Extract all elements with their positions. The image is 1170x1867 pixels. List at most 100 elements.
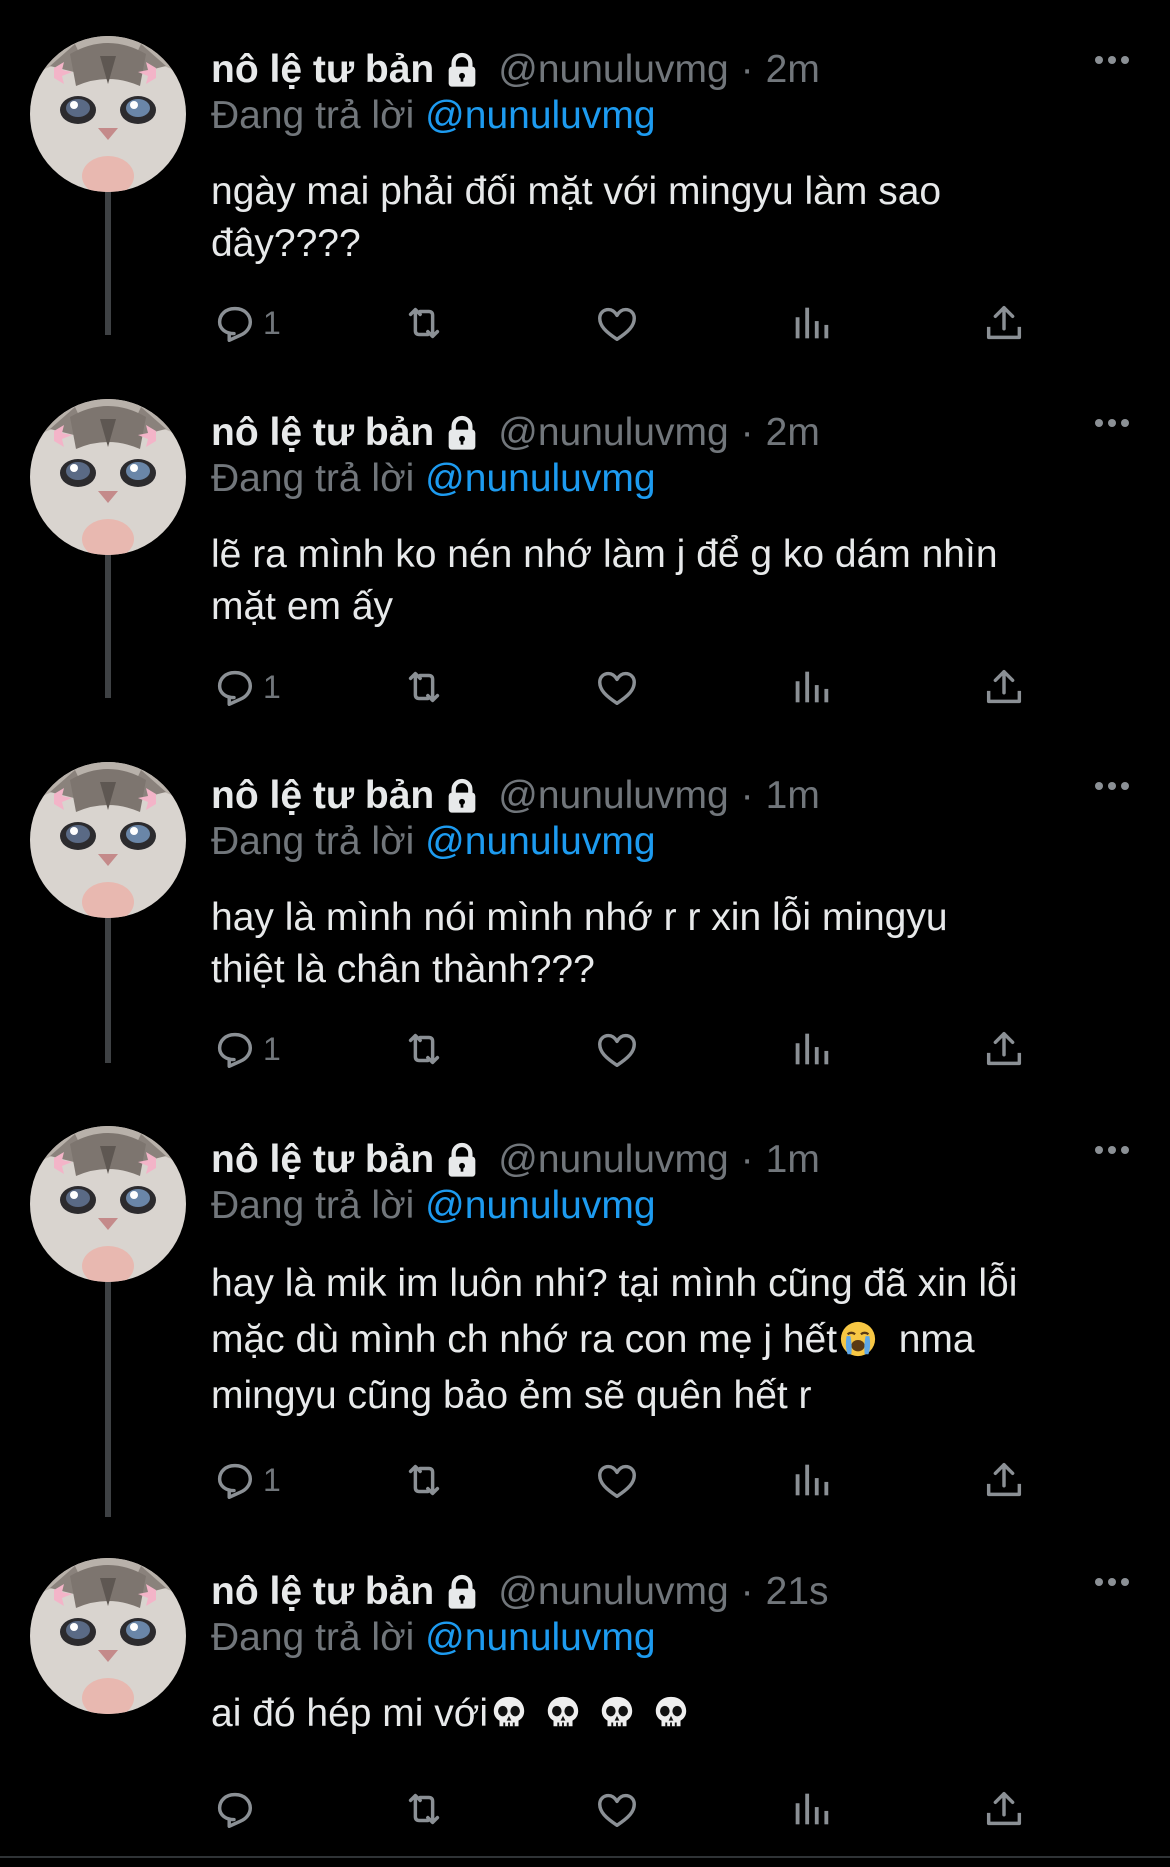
action-bar: 1 [211,298,1051,348]
replying-prefix: Đang trả lời [211,1616,415,1659]
views-button[interactable] [788,1784,834,1834]
user-handle[interactable]: @nunuluvmg [498,1138,728,1182]
reply-button[interactable] [211,1784,257,1834]
timestamp[interactable]: 1m [766,774,820,818]
replying-prefix: Đang trả lời [211,94,415,137]
tweet[interactable]: nô lệ tư bản @nunuluvmg · 2m Đang trả lờ… [0,399,1170,719]
like-button[interactable] [594,1784,640,1834]
views-icon [788,1457,834,1503]
display-name[interactable]: nô lệ tư bản [211,48,434,92]
more-icon[interactable] [1092,413,1132,433]
mention-link[interactable]: @nunuluvmg [425,1616,655,1659]
mention-link[interactable]: @nunuluvmg [425,94,655,137]
text-segment: mặc dù mình ch nhớ ra con mẹ j hết [211,1318,838,1361]
views-icon [788,1786,834,1832]
tweet[interactable]: nô lệ tư bản @nunuluvmg · 2m Đang trả lờ… [0,36,1170,356]
tweet[interactable]: nô lệ tư bản @nunuluvmg · 21s Đang trả l… [0,1558,1170,1858]
tweet-header: nô lệ tư bản @nunuluvmg · 2m [211,48,820,92]
user-handle[interactable]: @nunuluvmg [498,774,728,818]
timestamp[interactable]: 1m [766,1138,820,1182]
text-segment: ai đó hép mi với [211,1692,489,1735]
views-icon [788,664,834,710]
more-icon[interactable] [1092,50,1132,70]
like-button[interactable] [594,298,640,348]
reply-button[interactable]: 1 [211,1455,281,1505]
reply-icon [211,300,257,346]
timestamp[interactable]: 21s [766,1570,829,1614]
tweet-text: lẽ ra mình ko nén nhớ làm j để g ko dám … [211,529,1141,633]
reply-button[interactable]: 1 [211,1024,281,1074]
user-handle[interactable]: @nunuluvmg [498,48,728,92]
views-button[interactable] [788,662,834,712]
skull-emoji [490,1694,528,1732]
display-name[interactable]: nô lệ tư bản [211,411,434,455]
share-button[interactable] [981,1784,1027,1834]
text-line: ai đó hép mi với [211,1688,1141,1740]
reply-button[interactable]: 1 [211,662,281,712]
retweet-button[interactable] [401,1024,447,1074]
retweet-button[interactable] [401,1784,447,1834]
tweet[interactable]: nô lệ tư bản @nunuluvmg · 1m Đang trả lờ… [0,762,1170,1082]
share-icon [981,1457,1027,1503]
user-handle[interactable]: @nunuluvmg [498,411,728,455]
avatar[interactable] [30,36,186,192]
views-button[interactable] [788,298,834,348]
display-name[interactable]: nô lệ tư bản [211,774,434,818]
retweet-button[interactable] [401,662,447,712]
tweet-text: hay là mình nói mình nhớ r r xin lỗi min… [211,892,1141,996]
action-bar: 1 [211,662,1051,712]
timestamp[interactable]: 2m [766,411,820,455]
reply-count: 1 [263,304,281,341]
more-icon[interactable] [1092,1140,1132,1160]
reply-count: 1 [263,1461,281,1498]
like-button[interactable] [594,1024,640,1074]
user-handle[interactable]: @nunuluvmg [498,1570,728,1614]
replying-to: Đang trả lời @nunuluvmg [211,1616,656,1660]
text-line: lẽ ra mình ko nén nhớ làm j để g ko dám … [211,533,998,576]
reply-icon [211,664,257,710]
lock-icon [442,776,482,816]
like-icon [594,1457,640,1503]
retweet-icon [401,1026,447,1072]
text-line: hay là mik im luôn nhi? tại mình cũng đã… [211,1262,1018,1305]
views-button[interactable] [788,1024,834,1074]
display-name[interactable]: nô lệ tư bản [211,1138,434,1182]
like-button[interactable] [594,1455,640,1505]
like-icon [594,1026,640,1072]
retweet-icon [401,1457,447,1503]
timestamp[interactable]: 2m [766,48,820,92]
reply-count: 1 [263,1030,281,1067]
avatar[interactable] [30,762,186,918]
reply-button[interactable]: 1 [211,298,281,348]
views-icon [788,1026,834,1072]
mention-link[interactable]: @nunuluvmg [425,457,655,500]
mention-link[interactable]: @nunuluvmg [425,820,655,863]
retweet-button[interactable] [401,298,447,348]
display-name[interactable]: nô lệ tư bản [211,1570,434,1614]
tweet-header: nô lệ tư bản @nunuluvmg · 21s [211,1570,829,1614]
share-icon [981,1026,1027,1072]
mention-link[interactable]: @nunuluvmg [425,1184,655,1227]
avatar[interactable] [30,1126,186,1282]
skull-emoji [652,1694,690,1732]
skull-emoji [544,1694,582,1732]
reply-icon [211,1786,257,1832]
avatar[interactable] [30,399,186,555]
more-icon[interactable] [1092,776,1132,796]
avatar[interactable] [30,1558,186,1714]
views-button[interactable] [788,1455,834,1505]
more-icon[interactable] [1092,1572,1132,1592]
share-button[interactable] [981,1455,1027,1505]
action-bar [211,1784,1051,1834]
separator: · [740,48,754,91]
text-line: đây???? [211,222,361,265]
action-bar: 1 [211,1455,1051,1505]
share-button[interactable] [981,662,1027,712]
share-button[interactable] [981,1024,1027,1074]
tweet[interactable]: nô lệ tư bản @nunuluvmg · 1m Đang trả lờ… [0,1126,1170,1516]
separator: · [740,1138,754,1181]
share-button[interactable] [981,298,1027,348]
tweet-text: hay là mik im luôn nhi? tại mình cũng đã… [211,1256,1141,1424]
retweet-button[interactable] [401,1455,447,1505]
like-button[interactable] [594,662,640,712]
